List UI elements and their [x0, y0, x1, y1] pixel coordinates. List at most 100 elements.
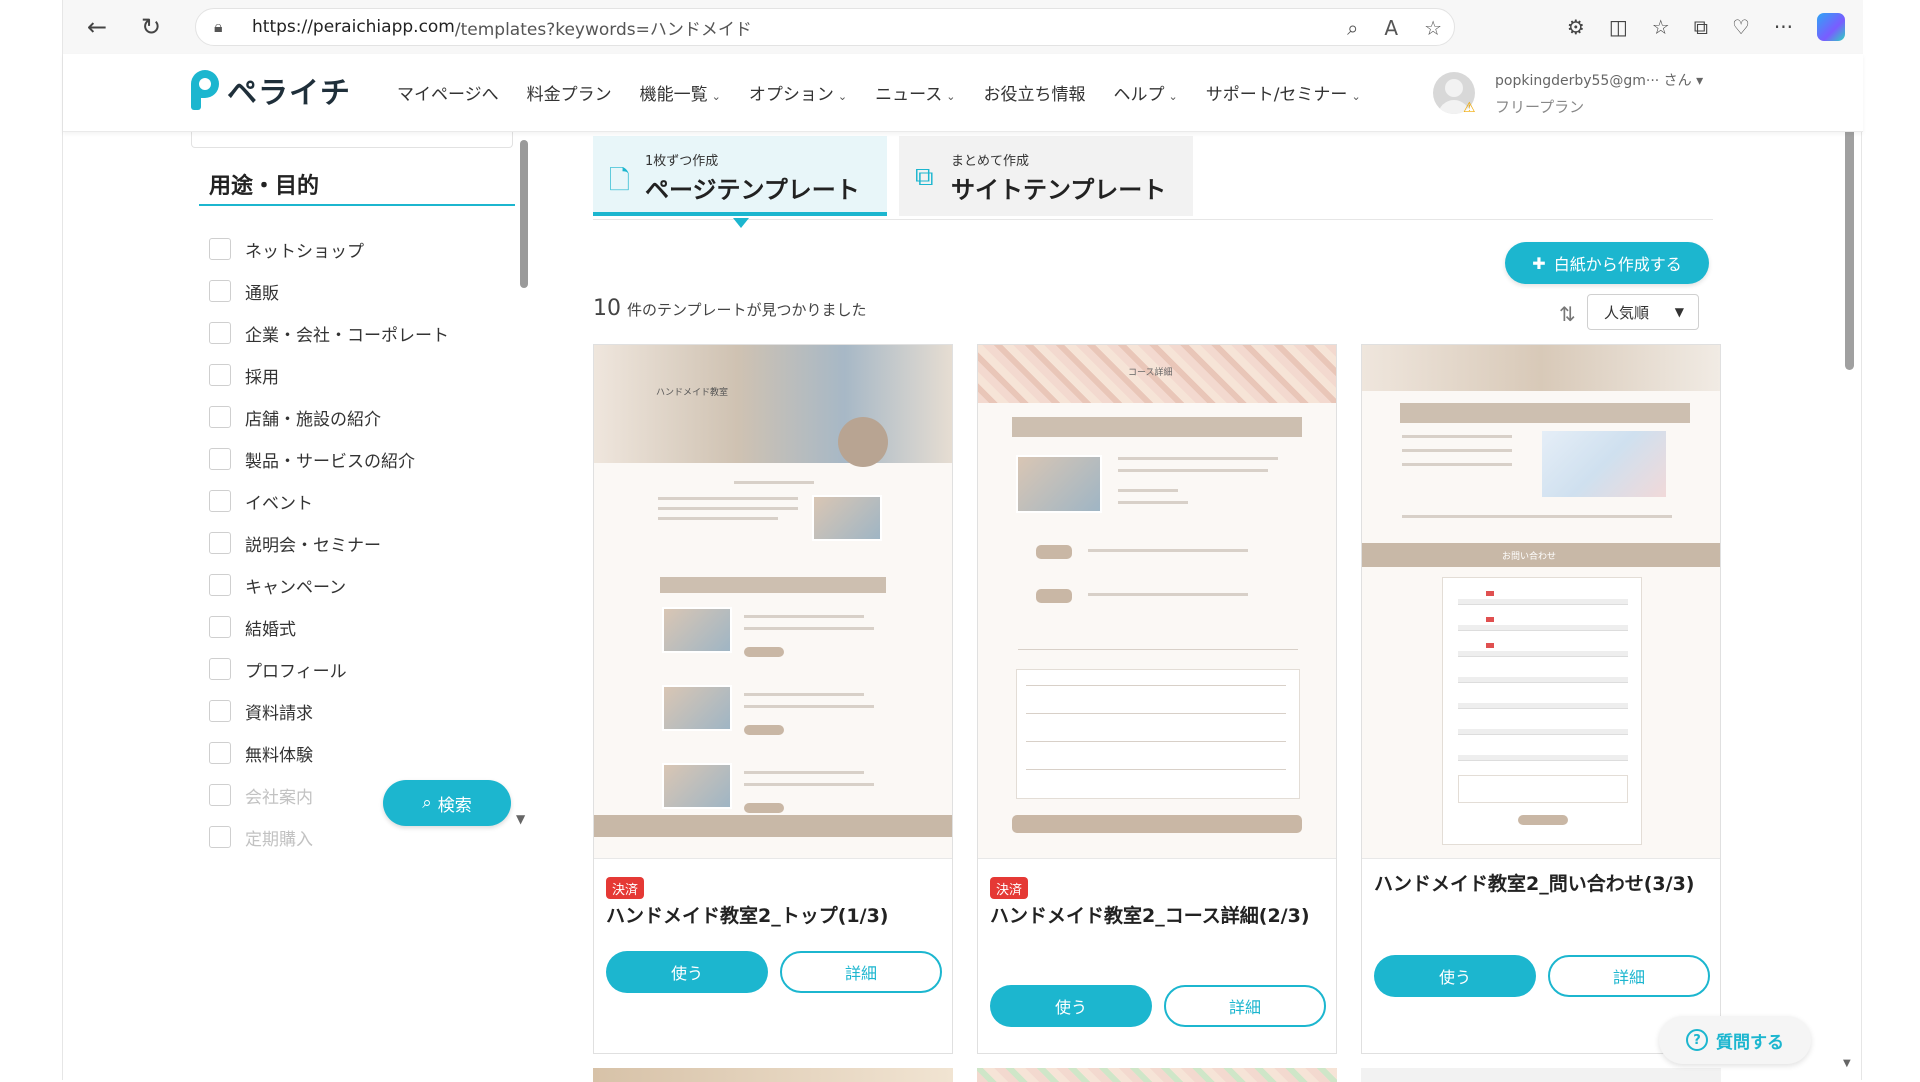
filter-item[interactable]: 通販: [209, 270, 509, 312]
chevron-down-icon: ⌄: [711, 90, 721, 103]
filter-item[interactable]: 企業・会社・コーポレート: [209, 312, 509, 354]
tab-sub-label: 1枚ずつ作成: [645, 154, 719, 169]
nav-item-support[interactable]: サポート/セミナー ⌄: [1206, 80, 1361, 105]
search-button[interactable]: ⌕ 検索: [383, 780, 511, 826]
filter-item[interactable]: プロフィール: [209, 648, 509, 690]
scrollbar-thumb[interactable]: [1845, 124, 1854, 370]
address-bar[interactable]: 🔒︎ https://peraichiapp.com/templates?key…: [195, 8, 1455, 46]
question-icon: ?: [1686, 1029, 1708, 1051]
template-thumbnail[interactable]: コース詳細: [978, 345, 1336, 859]
extensions-icon[interactable]: ⚙: [1567, 15, 1585, 39]
checkbox[interactable]: [209, 616, 231, 638]
nav-item-pricing[interactable]: 料金プラン: [527, 80, 612, 105]
filter-label: 資料請求: [245, 703, 313, 724]
template-tabs: 🗋︎ 1枚ずつ作成 ページテンプレート ⧉ まとめて作成 サイトテンプレート: [593, 136, 1713, 228]
zoom-icon[interactable]: ⌕: [1347, 16, 1358, 40]
caret-down-icon: ▼: [1674, 305, 1684, 319]
reload-icon[interactable]: ↻: [131, 7, 171, 47]
checkbox[interactable]: [209, 490, 231, 512]
filter-item[interactable]: 結婚式: [209, 606, 509, 648]
nav-item-news[interactable]: ニュース ⌄: [875, 80, 955, 105]
checkbox[interactable]: [209, 574, 231, 596]
more-icon[interactable]: ···: [1774, 15, 1793, 39]
checkbox[interactable]: [209, 238, 231, 260]
create-blank-button[interactable]: ✚ 白紙から作成する: [1505, 242, 1709, 284]
nav-label: ヘルプ: [1113, 85, 1165, 105]
tab-page-template[interactable]: 🗋︎ 1枚ずつ作成 ページテンプレート: [593, 136, 887, 228]
nav-item-mypage[interactable]: マイページへ: [397, 80, 499, 105]
url-path: /templates?keywords=ハンドメイド: [454, 19, 752, 40]
health-icon[interactable]: ♡: [1732, 15, 1750, 39]
use-button[interactable]: 使う: [606, 951, 768, 993]
chevron-down-icon: ⌄: [946, 90, 956, 103]
checkbox[interactable]: [209, 448, 231, 470]
use-button[interactable]: 使う: [1374, 955, 1536, 997]
nav-label: サポート/セミナー: [1205, 85, 1348, 105]
template-card[interactable]: ハンドメイド教室 決済 ハンドメイド教室2_トップ(1/3) 使う 詳細: [593, 344, 953, 1054]
checkbox[interactable]: [209, 532, 231, 554]
tab-label: ページテンプレート: [645, 176, 860, 204]
nav-item-features[interactable]: 機能一覧 ⌄: [640, 80, 721, 105]
filter-item[interactable]: イベント: [209, 480, 509, 522]
collections-icon[interactable]: ⧉: [1694, 15, 1708, 39]
filter-item[interactable]: ネットショップ: [209, 228, 509, 270]
ask-question-button[interactable]: ? 質問する: [1659, 1016, 1811, 1064]
favorite-star-icon[interactable]: ☆: [1424, 16, 1442, 40]
filter-label: 説明会・セミナー: [245, 535, 381, 556]
template-thumbnail[interactable]: ハンドメイド教室: [594, 345, 952, 859]
filter-item[interactable]: 製品・サービスの紹介: [209, 438, 509, 480]
checkbox[interactable]: [209, 322, 231, 344]
copilot-icon[interactable]: [1817, 13, 1845, 41]
result-number: 10: [593, 296, 621, 321]
back-icon[interactable]: ←: [77, 7, 117, 47]
filter-label: 無料体験: [245, 745, 313, 766]
read-aloud-icon[interactable]: A: [1384, 16, 1398, 40]
filter-item[interactable]: 店舗・施設の紹介: [209, 396, 509, 438]
template-title[interactable]: ハンドメイド教室2_トップ(1/3): [606, 899, 942, 933]
checkbox[interactable]: [209, 406, 231, 428]
user-menu[interactable]: ⚠ popkingderby55@gm··· さん ▾ フリープラン: [1433, 66, 1723, 122]
site-logo[interactable]: ペライチ: [191, 68, 351, 112]
sort-icon[interactable]: ⇅: [1559, 302, 1576, 326]
template-card[interactable]: コース詳細 決済 ハンドメイド教室2_コース詳細(2/3) 使う 詳細: [977, 344, 1337, 1054]
template-title[interactable]: ハンドメイド教室2_問い合わせ(3/3): [1374, 867, 1710, 901]
filter-item[interactable]: 資料請求: [209, 690, 509, 732]
detail-button[interactable]: 詳細: [780, 951, 942, 993]
scroll-down-icon[interactable]: ▼: [516, 812, 525, 826]
checkbox[interactable]: [209, 700, 231, 722]
plus-icon: ✚: [1532, 253, 1546, 273]
checkbox[interactable]: [209, 742, 231, 764]
tab-site-template[interactable]: ⧉ まとめて作成 サイトテンプレート: [899, 136, 1193, 216]
favorites-icon[interactable]: ☆: [1652, 15, 1670, 39]
detail-button[interactable]: 詳細: [1548, 955, 1710, 997]
template-thumbnail[interactable]: お問い合わせ: [1362, 345, 1720, 859]
detail-button[interactable]: 詳細: [1164, 985, 1326, 1027]
browser-toolbar: ← ↻ 🔒︎ https://peraichiapp.com/templates…: [63, 0, 1863, 54]
sidebar-scrollbar[interactable]: ▼: [516, 132, 528, 832]
nav-item-help[interactable]: ヘルプ ⌄: [1113, 80, 1177, 105]
filter-item[interactable]: 説明会・セミナー: [209, 522, 509, 564]
nav-item-tips[interactable]: お役立ち情報: [983, 80, 1085, 105]
split-screen-icon[interactable]: ◫: [1609, 15, 1628, 39]
checkbox[interactable]: [209, 364, 231, 386]
sort-select[interactable]: 人気順 ▼: [1587, 294, 1699, 330]
heading-underline: [199, 204, 515, 206]
page-scrollbar[interactable]: ▲ ▼: [1839, 54, 1859, 1080]
checkbox[interactable]: [209, 658, 231, 680]
scroll-down-icon[interactable]: ▼: [1843, 1058, 1851, 1069]
filter-item[interactable]: 無料体験: [209, 732, 509, 774]
result-count: 10 件のテンプレートが見つかりました: [593, 296, 867, 321]
logo-mark-icon: [191, 70, 221, 110]
checkbox[interactable]: [209, 826, 231, 848]
result-text: 件のテンプレートが見つかりました: [627, 301, 867, 319]
template-card[interactable]: お問い合わせ ハンドメイド教室2_問い合わせ(3/3) 使う 詳細: [1361, 344, 1721, 1054]
scrollbar-thumb[interactable]: [520, 140, 528, 288]
filter-item[interactable]: 採用: [209, 354, 509, 396]
checkbox[interactable]: [209, 280, 231, 302]
nav-item-options[interactable]: オプション ⌄: [749, 80, 847, 105]
filter-item[interactable]: キャンペーン: [209, 564, 509, 606]
checkbox[interactable]: [209, 784, 231, 806]
template-title[interactable]: ハンドメイド教室2_コース詳細(2/3): [990, 899, 1326, 933]
filter-list: ネットショップ 通販 企業・会社・コーポレート 採用 店舗・施設の紹介 製品・サ…: [209, 228, 509, 858]
use-button[interactable]: 使う: [990, 985, 1152, 1027]
